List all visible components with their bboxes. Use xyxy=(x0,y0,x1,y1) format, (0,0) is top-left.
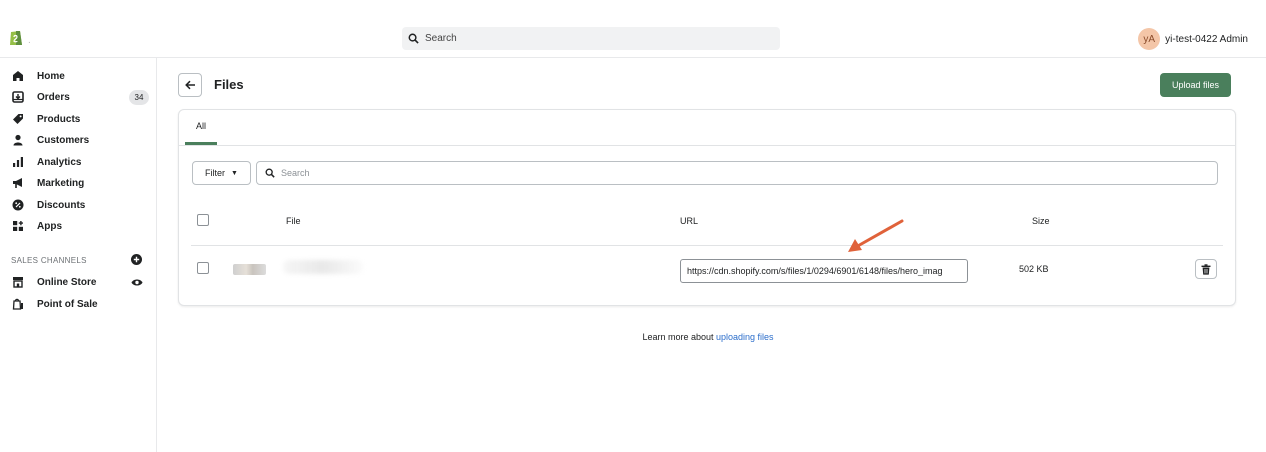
sidebar-item-label: Home xyxy=(37,70,65,82)
sidebar-item-label: Marketing xyxy=(37,177,85,189)
column-header-url: URL xyxy=(680,216,699,226)
sidebar-item-label: Apps xyxy=(37,220,62,232)
files-search-field[interactable] xyxy=(256,161,1218,185)
row-select-checkbox[interactable] xyxy=(197,262,209,274)
pos-bag-icon xyxy=(11,297,25,311)
sidebar-item-label: Point of Sale xyxy=(37,298,98,310)
trash-icon xyxy=(1201,263,1211,275)
search-icon xyxy=(408,33,419,44)
home-icon xyxy=(11,69,25,83)
files-search-input[interactable] xyxy=(281,168,1181,178)
caret-down-icon: ▼ xyxy=(231,169,238,177)
sidebar-item-label: Products xyxy=(37,113,81,125)
bar-chart-icon xyxy=(11,155,25,169)
shopify-logo-icon[interactable] xyxy=(9,28,23,46)
sidebar-item-label: Discounts xyxy=(37,199,86,211)
column-header-file: File xyxy=(286,216,301,226)
select-all-checkbox[interactable] xyxy=(197,214,209,226)
global-search-placeholder: Search xyxy=(425,33,457,44)
orders-icon xyxy=(11,90,25,104)
search-icon xyxy=(265,168,275,178)
sidebar-item-label: Online Store xyxy=(37,276,97,288)
page-title: Files xyxy=(214,77,244,92)
sidebar-item-home[interactable]: Home xyxy=(11,67,151,85)
files-card: All Filter ▼ File URL Size 502 KB xyxy=(178,109,1236,306)
sidebar-item-customers[interactable]: Customers xyxy=(11,131,151,149)
sidebar-item-orders[interactable]: Orders 34 xyxy=(11,88,151,106)
user-name: yi-test-0422 Admin xyxy=(1165,33,1248,45)
sidebar-item-discounts[interactable]: Discounts xyxy=(11,196,151,214)
file-url-input[interactable] xyxy=(687,266,961,276)
sidebar-item-analytics[interactable]: Analytics xyxy=(11,153,151,171)
discount-icon xyxy=(11,198,25,212)
sidebar-item-products[interactable]: Products xyxy=(11,110,151,128)
person-icon xyxy=(11,133,25,147)
sidebar: Home Orders 34 Products Customers Analyt… xyxy=(0,58,157,452)
tab-all[interactable]: All xyxy=(185,110,217,145)
sidebar-item-marketing[interactable]: Marketing xyxy=(11,174,151,192)
uploading-files-link[interactable]: uploading files xyxy=(716,332,774,342)
tag-icon xyxy=(11,112,25,126)
filter-button[interactable]: Filter ▼ xyxy=(192,161,251,185)
upload-files-button[interactable]: Upload files xyxy=(1160,73,1231,97)
file-name-blurred xyxy=(283,260,363,274)
delete-file-button[interactable] xyxy=(1195,259,1217,279)
table-header-divider xyxy=(191,245,1223,246)
tabs-divider xyxy=(179,145,1235,146)
learn-more-prefix: Learn more about xyxy=(642,332,716,342)
top-bar: . Search yA yi-test-0422 Admin xyxy=(0,0,1266,58)
column-header-size: Size xyxy=(1032,216,1050,226)
learn-more-text: Learn more about uploading files xyxy=(0,332,1266,342)
apps-icon xyxy=(11,219,25,233)
file-url-field[interactable] xyxy=(680,259,968,283)
sidebar-item-point-of-sale[interactable]: Point of Sale xyxy=(11,295,151,313)
megaphone-icon xyxy=(11,176,25,190)
sidebar-item-apps[interactable]: Apps xyxy=(11,217,151,235)
filter-label: Filter xyxy=(205,168,226,178)
avatar: yA xyxy=(1138,28,1161,50)
orders-count-badge: 34 xyxy=(129,90,149,105)
add-sales-channel-icon[interactable] xyxy=(131,254,142,265)
file-size: 502 KB xyxy=(1019,264,1049,274)
store-icon xyxy=(11,275,25,289)
store-name-dot: . xyxy=(28,35,31,46)
back-button[interactable] xyxy=(178,73,202,97)
view-online-store-eye-icon[interactable] xyxy=(131,278,143,287)
sidebar-item-label: Customers xyxy=(37,134,90,146)
sidebar-item-label: Analytics xyxy=(37,156,82,168)
file-thumbnail[interactable] xyxy=(233,264,266,275)
sidebar-item-label: Orders xyxy=(37,91,70,103)
sales-channels-heading: SALES CHANNELS xyxy=(11,256,87,265)
annotation-arrow-icon xyxy=(848,219,904,252)
sidebar-item-online-store[interactable]: Online Store xyxy=(11,273,151,291)
global-search-bar[interactable]: Search xyxy=(402,27,780,50)
user-menu[interactable]: yA yi-test-0422 Admin xyxy=(1138,28,1248,50)
arrow-left-icon xyxy=(184,80,195,90)
